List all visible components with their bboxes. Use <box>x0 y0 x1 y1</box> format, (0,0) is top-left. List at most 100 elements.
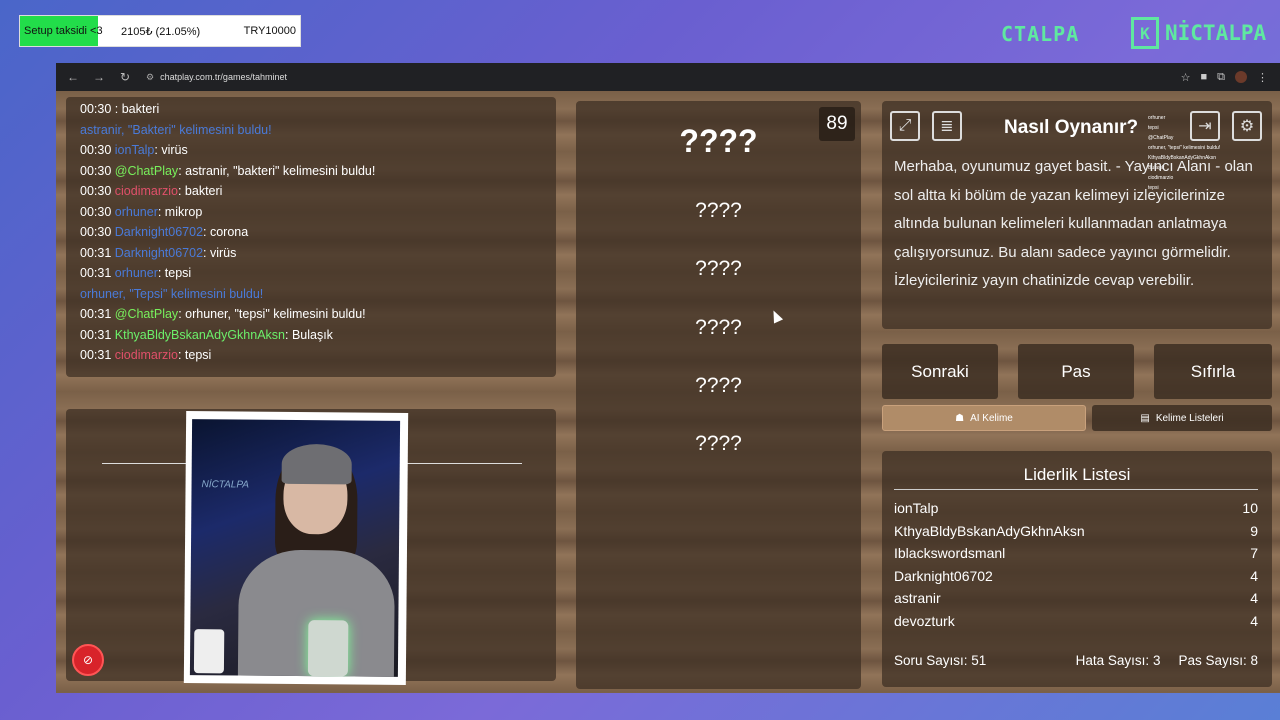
next-button[interactable]: Sonraki <box>882 344 998 399</box>
menu-kebab-icon[interactable]: ⋮ <box>1257 71 1268 84</box>
chat-username[interactable]: orhuner <box>115 205 158 219</box>
mini-chat-line: @ChatPlay <box>1148 135 1174 141</box>
goal-title: Setup taksidi <3 <box>24 25 103 37</box>
brand-logo: K NİCTALPA <box>1131 17 1266 49</box>
forbidden-word: ???? <box>695 432 742 455</box>
extension-icon[interactable]: ■ <box>1200 71 1207 83</box>
bookmark-star-icon[interactable]: ☆ <box>1181 71 1191 84</box>
chat-username[interactable]: ciodimarzio <box>115 184 178 198</box>
chat-message: 00:31 Darknight06702: virüs <box>80 243 542 264</box>
leaderboard-divider <box>894 489 1258 490</box>
chat-username[interactable]: Darknight06702 <box>115 225 203 239</box>
address-bar[interactable]: ⚙ chatplay.com.tr/games/tahminet <box>140 66 1177 88</box>
leaderboard-list[interactable]: ionTalp 10 KthyaBldyBskanAdyGkhnAksn 9 Iblac… <box>894 497 1258 639</box>
player-score: 4 <box>1250 590 1258 607</box>
goal-progress-text: 2105₺ (21.05%) <box>121 25 201 38</box>
notes-icon[interactable]: ≣ <box>932 111 962 141</box>
chat-timestamp: 00:30 <box>80 225 112 239</box>
brand-logo-icon: K <box>1131 17 1159 49</box>
forbidden-word: ???? <box>695 374 742 397</box>
list-icon: ▤ <box>1140 412 1150 424</box>
chat-message: 00:30 ciodimarzio: bakteri <box>80 181 542 202</box>
word-lists-label: Kelime Listeleri <box>1155 412 1224 424</box>
chat-timestamp: 00:30 <box>80 204 112 219</box>
ai-word-label: AI Kelime <box>970 412 1013 424</box>
glowing-cup <box>307 620 349 677</box>
ai-word-button[interactable]: ☗ AI Kelime <box>882 405 1086 431</box>
fullscreen-icon[interactable]: ⤢ <box>890 111 920 141</box>
record-icon[interactable]: ⊘ <box>72 644 104 676</box>
leaderboard-row: astranir 4 <box>894 587 1258 610</box>
pass-button[interactable]: Pas <box>1018 344 1134 399</box>
how-to-play-title: Nasıl Oynanır? <box>1004 117 1139 138</box>
how-to-play-text: Merhaba, oyunumuz gayet basit. - Yayıncı… <box>894 158 1253 289</box>
chat-message: 00:30 orhuner: mikrop <box>80 202 542 223</box>
donation-goal-bar: Setup taksidi <3 2105₺ (21.05%) TRY10000 <box>19 15 301 47</box>
chat-text: : orhuner, "tepsi" kelimesini buldu! <box>178 307 366 321</box>
chat-message: 00:31 ciodimarzio: tepsi <box>80 345 542 366</box>
chat-username[interactable]: ionTalp <box>115 143 155 157</box>
chat-text: : astranir, "bakteri" kelimesini buldu! <box>178 163 376 178</box>
extensions-puzzle-icon[interactable]: ⧉ <box>1217 71 1225 84</box>
chat-message: 00:30 ionTalp: virüs <box>80 140 542 161</box>
mini-chat-line: orhuner, "tepsi" kelimesini buldu! <box>1148 145 1221 151</box>
chat-text: : virüs <box>203 245 237 260</box>
chat-timestamp: 00:30 <box>80 102 112 116</box>
error-count: Hata Sayısı: 3 <box>1075 653 1161 668</box>
forward-arrow-icon[interactable]: → <box>88 66 110 88</box>
leaderboard-row: devozturk 4 <box>894 610 1258 633</box>
chat-message: 00:30 Darknight06702: corona <box>80 222 542 243</box>
player-name: devozturk <box>894 612 955 629</box>
profile-avatar[interactable] <box>1235 71 1247 83</box>
streamer-hat <box>281 443 352 485</box>
url-text: chatplay.com.tr/games/tahminet <box>160 72 287 82</box>
player-score: 4 <box>1250 567 1258 584</box>
chat-message: 00:31 KthyaBldyBskanAdyGkhnAksn: Bulaşık <box>80 325 542 346</box>
chat-message: orhuner, "Tepsi" kelimesini buldu! <box>80 284 542 305</box>
player-name: Darknight06702 <box>894 567 993 584</box>
chat-timestamp: 00:30 <box>80 184 112 198</box>
reload-icon[interactable]: ↻ <box>114 66 136 88</box>
chat-message: 00:30 @ChatPlay: astranir, "bakteri" kel… <box>80 161 542 182</box>
chat-timestamp: 00:31 <box>80 307 112 321</box>
chat-text: : Bulaşık <box>285 327 333 342</box>
chat-text: : corona <box>203 225 249 239</box>
chat-timestamp: 00:31 <box>80 348 112 362</box>
player-name: astranir <box>894 590 941 607</box>
chat-username[interactable]: Darknight06702 <box>115 246 203 260</box>
chat-timestamp: 00:30 <box>80 143 112 157</box>
site-info-icon[interactable]: ⚙ <box>146 72 154 83</box>
chat-username[interactable]: @ChatPlay <box>115 307 178 321</box>
leaderboard-row: Iblackswordsmanl 7 <box>894 542 1258 565</box>
brand-name: NİCTALPA <box>1165 21 1267 45</box>
chat-username[interactable]: @ChatPlay <box>115 164 178 178</box>
cup-stack <box>193 629 225 674</box>
chat-username[interactable]: KthyaBldyBskanAdyGkhnAksn <box>115 328 285 342</box>
leaderboard-title: Liderlik Listesi <box>1023 465 1131 484</box>
chat-message: 00:30 : bakteri <box>80 99 542 120</box>
chat-username[interactable]: orhuner <box>115 266 158 280</box>
chat-timestamp: 00:31 <box>80 327 112 342</box>
player-name: Iblackswordsmanl <box>894 545 1006 562</box>
chat-timestamp: 00:30 <box>80 163 112 178</box>
chat-log: 00:30 : bakteri astranir, "Bakteri" kelim… <box>66 97 556 368</box>
chat-message: 00:31 @ChatPlay: orhuner, "tepsi" kelime… <box>80 304 542 325</box>
back-arrow-icon[interactable]: ← <box>62 66 84 88</box>
chat-timestamp: 00:31 <box>80 266 112 280</box>
player-score: 10 <box>1242 500 1258 516</box>
chat-text: : bakteri <box>114 102 160 116</box>
player-name: KthyaBldyBskanAdyGkhnAksn <box>894 522 1085 539</box>
player-name: ionTalp <box>894 500 939 516</box>
forbidden-word: ???? <box>695 199 742 222</box>
word-lists-button[interactable]: ▤ Kelime Listeleri <box>1092 405 1272 431</box>
reset-button[interactable]: Sıfırla <box>1154 344 1272 399</box>
chat-text: : bakteri <box>177 184 223 198</box>
player-score: 7 <box>1250 545 1258 562</box>
chat-username[interactable]: ciodimarzio <box>115 348 178 362</box>
stream-overlay: Setup taksidi <3 2105₺ (21.05%) TRY10000… <box>0 0 1280 62</box>
main-word: ???? <box>679 123 758 159</box>
player-score: 4 <box>1250 612 1258 629</box>
chat-text: : tepsi <box>177 348 212 362</box>
question-count: Soru Sayısı: 51 <box>894 653 987 668</box>
mini-chat-line: orhuner <box>1148 115 1166 121</box>
